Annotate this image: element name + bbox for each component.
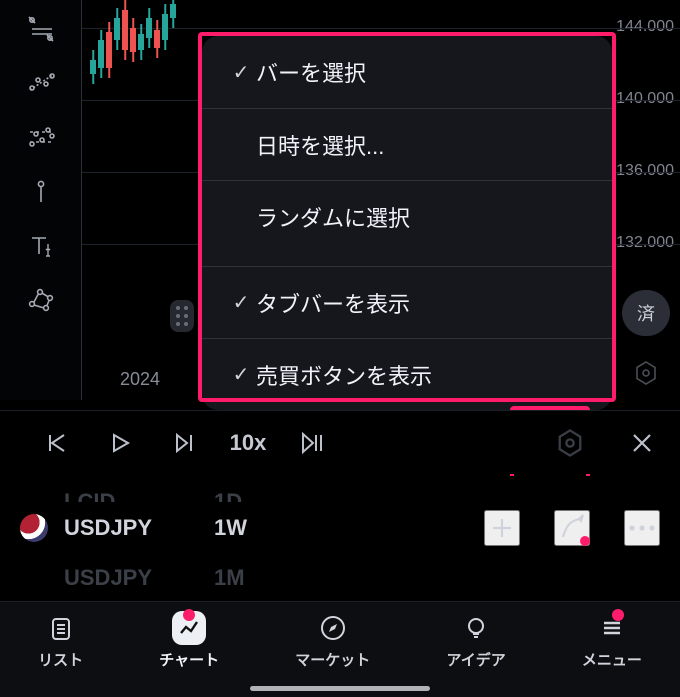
pen-icon[interactable]: [554, 510, 590, 546]
add-icon[interactable]: [484, 510, 520, 546]
notification-dot: [580, 536, 590, 546]
nav-chart[interactable]: チャート: [159, 611, 219, 670]
tool-text-icon[interactable]: [16, 218, 66, 272]
symbol-interval: 1W: [214, 515, 274, 541]
step-forward-icon[interactable]: [156, 417, 212, 469]
popup-item-show-buysell[interactable]: ✓ 売買ボタンを表示: [202, 338, 612, 410]
nav-list[interactable]: リスト: [38, 611, 83, 670]
popup-item-select-bar[interactable]: ✓ バーを選択: [202, 36, 612, 108]
tool-fib-icon[interactable]: [16, 2, 66, 56]
play-icon[interactable]: [92, 417, 148, 469]
replay-playback-bar: 10x: [0, 410, 680, 474]
jump-start-icon[interactable]: [28, 417, 84, 469]
flag-icon: [20, 514, 48, 542]
settings-hex-icon[interactable]: [632, 359, 660, 392]
playback-speed[interactable]: 10x: [220, 417, 276, 469]
nav-market[interactable]: マーケット: [295, 611, 370, 670]
popup-item-select-random[interactable]: ランダムに選択: [202, 180, 612, 252]
price-tick: 144.000: [616, 18, 674, 36]
compass-icon: [316, 611, 350, 645]
home-indicator: [250, 686, 430, 691]
symbol-row-faded: USDJPY 1M: [0, 552, 680, 604]
notification-dot: [183, 609, 195, 621]
replay-settings-icon[interactable]: [542, 417, 598, 469]
skip-to-realtime-icon[interactable]: [284, 417, 340, 469]
nav-idea[interactable]: アイデア: [446, 611, 505, 670]
tool-line-icon[interactable]: [16, 164, 66, 218]
more-icon[interactable]: [624, 510, 660, 546]
chart-area: 144.000 140.000 136.000 132.000 2024 済: [0, 0, 680, 400]
price-tick: 132.000: [616, 234, 674, 252]
buy-sell-pill-partial: 済: [622, 290, 670, 336]
nav-menu[interactable]: メニュー: [582, 611, 642, 670]
drawing-toolbar: [0, 0, 82, 400]
price-tick: 140.000: [616, 90, 674, 108]
symbol-row-active[interactable]: USDJPY 1W: [0, 502, 680, 554]
notification-dot: [612, 609, 624, 621]
popup-item-show-tabbar[interactable]: ✓ タブバーを表示: [202, 266, 612, 338]
tool-linereg-icon[interactable]: [16, 56, 66, 110]
replay-options-popup: ✓ バーを選択 日時を選択... ランダムに選択 ✓ タブバーを表示 ✓ 売買ボ…: [202, 36, 612, 410]
check-icon: ✓: [226, 362, 256, 387]
price-tick: 136.000: [616, 162, 674, 180]
drag-handle-icon[interactable]: [170, 300, 194, 332]
popup-item-select-datetime[interactable]: 日時を選択...: [202, 108, 612, 180]
check-icon: ✓: [226, 60, 256, 85]
tool-scatter-icon[interactable]: [16, 110, 66, 164]
list-icon: [44, 611, 78, 645]
close-icon[interactable]: [614, 417, 670, 469]
x-axis-year: 2024: [120, 369, 160, 390]
symbol-name: USDJPY: [64, 515, 214, 541]
check-icon: ✓: [226, 290, 256, 315]
lightbulb-icon: [459, 611, 493, 645]
bottom-nav: リスト チャート マーケット アイデア: [0, 601, 680, 697]
tool-polygon-icon[interactable]: [16, 272, 66, 326]
